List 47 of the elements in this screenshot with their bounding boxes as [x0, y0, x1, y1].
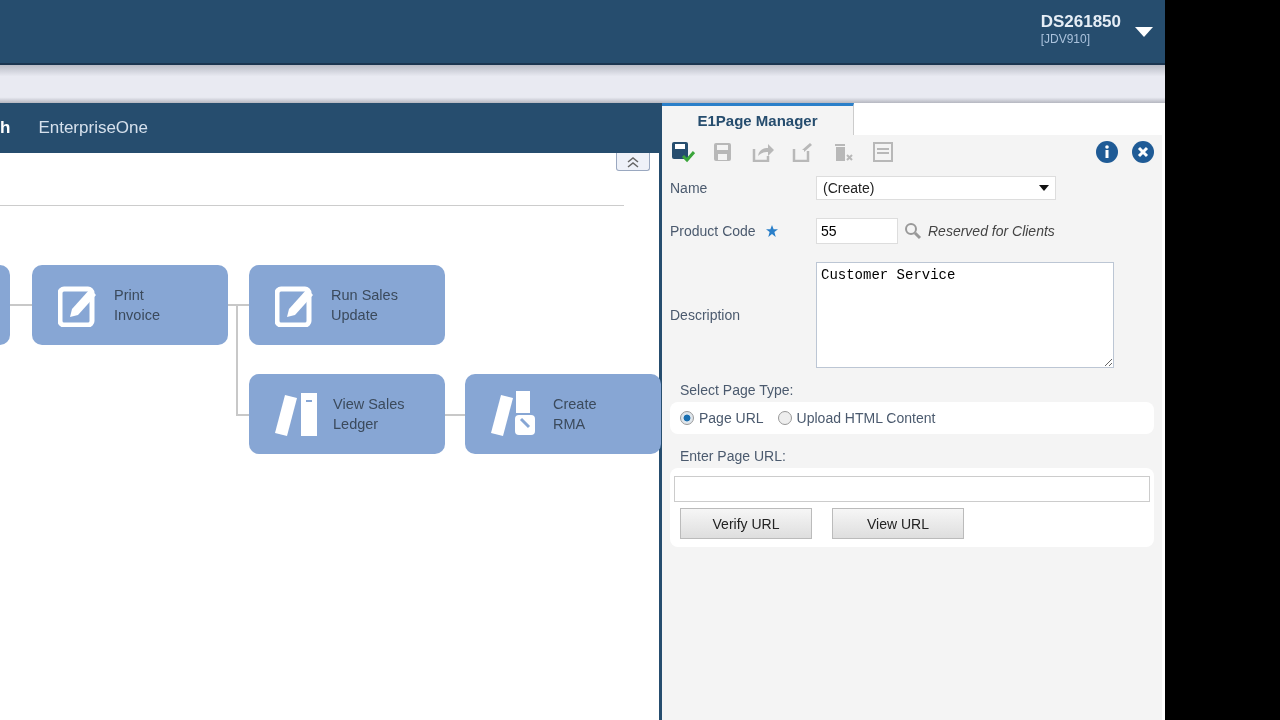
url-button[interactable]: Verify URL: [680, 508, 812, 539]
close-icon[interactable]: [1132, 141, 1154, 163]
tab[interactable]: E1Page Manager: [662, 103, 854, 135]
node-label: Print Invoice: [114, 286, 161, 325]
product-code-label: Product Code: [670, 223, 756, 239]
save-check-icon: [671, 141, 695, 163]
connector-line: [10, 303, 32, 307]
page-url-label: Enter Page URL:: [680, 448, 787, 464]
page-url-field[interactable]: [674, 476, 1150, 502]
radio-option[interactable]: Page URL: [680, 410, 764, 426]
url-button[interactable]: View URL: [832, 508, 964, 539]
page-type-label: Select Page Type:: [680, 382, 795, 398]
node-label: Run Sales Update: [331, 286, 399, 325]
flow-node[interactable]: Run Sales Update: [249, 265, 445, 345]
description-label: Description: [670, 307, 742, 323]
flow-node[interactable]: View Sales Ledger: [249, 374, 445, 454]
document-icon: [873, 142, 893, 162]
export-icon: [752, 142, 774, 162]
flow-node[interactable]: Create RMA: [465, 374, 661, 454]
product-code-description: Reserved for Clients: [928, 223, 1055, 239]
radio-button[interactable]: [777, 411, 792, 425]
delete-icon: [832, 142, 854, 162]
collapse-button[interactable]: [616, 153, 650, 171]
node-label: Create RMA: [553, 395, 598, 434]
description-field[interactable]: Customer Service: [816, 262, 1114, 368]
environment-label: [JDV910]: [1040, 31, 1091, 46]
product-code-field[interactable]: 55: [816, 218, 898, 244]
node-label: View Sales Ledger: [333, 395, 405, 434]
tab[interactable]: EnterpriseOne: [38, 118, 148, 138]
toolbar-button[interactable]: [670, 139, 696, 165]
radio-button[interactable]: [680, 411, 694, 425]
name-dropdown[interactable]: (Create): [816, 176, 1056, 200]
save-icon: [713, 142, 733, 162]
tab[interactable]: h: [0, 118, 11, 138]
import-icon: [792, 142, 814, 162]
connector-line: [445, 413, 465, 417]
required-icon: [765, 225, 778, 237]
caret-icon[interactable]: [1135, 26, 1153, 37]
search-icon[interactable]: [904, 222, 922, 240]
double-chevron-up-icon: [626, 155, 640, 168]
info-icon[interactable]: [1096, 141, 1118, 163]
dropdown-caret-icon: [1039, 185, 1049, 191]
radio-option[interactable]: Upload HTML Content: [777, 410, 936, 426]
name-label: Name: [670, 180, 709, 196]
binders-icon: [275, 391, 319, 437]
user-id: DS261850: [1040, 11, 1121, 32]
flow-node[interactable]: Print Invoice: [32, 265, 228, 345]
